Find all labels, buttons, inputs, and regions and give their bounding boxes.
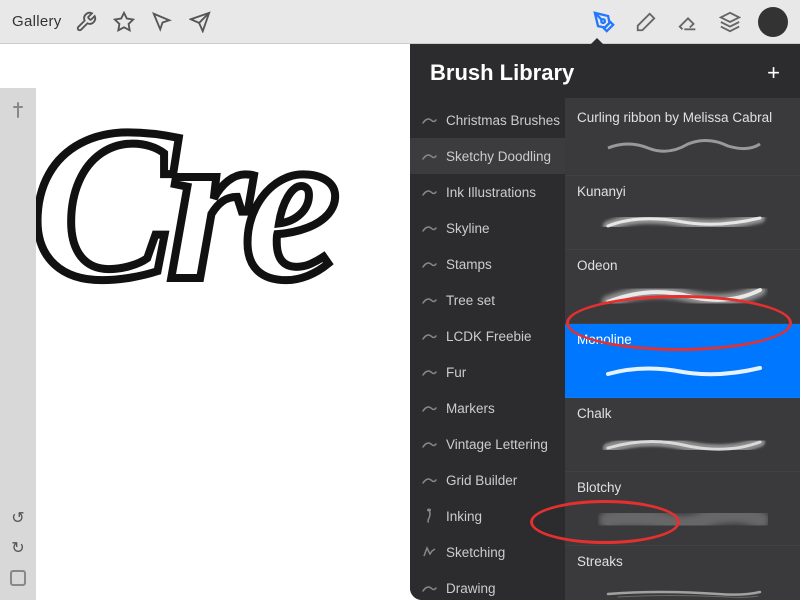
user-avatar xyxy=(758,7,788,37)
brush-preview-6 xyxy=(577,573,788,600)
category-label-13: Drawing xyxy=(446,581,496,596)
category-item-christmas-brushes[interactable]: Christmas Brushes xyxy=(410,102,565,138)
brush-item-streaks[interactable]: Streaks xyxy=(565,546,800,600)
category-icon-7 xyxy=(418,361,440,383)
brush-size-slider[interactable] xyxy=(4,96,32,124)
category-item-skyline[interactable]: Skyline xyxy=(410,210,565,246)
category-icon-0 xyxy=(418,109,440,131)
category-label-3: Skyline xyxy=(446,221,490,236)
undo-button[interactable]: ↺ xyxy=(6,506,30,530)
brush-panel-body: Christmas Brushes Sketchy Doodling Ink Ill… xyxy=(410,98,800,600)
category-label-7: Fur xyxy=(446,365,466,380)
category-icon-3 xyxy=(418,217,440,239)
category-label-12: Sketching xyxy=(446,545,505,560)
main-toolbar: Gallery xyxy=(0,0,800,44)
brush-library-panel: Brush Library + Christmas Brushes Sketchy… xyxy=(410,44,800,600)
brush-item-kunanyi[interactable]: Kunanyi xyxy=(565,176,800,250)
category-item-lcdk-freebie[interactable]: LCDK Freebie xyxy=(410,318,565,354)
category-label-10: Grid Builder xyxy=(446,473,517,488)
brush-list: Curling ribbon by Melissa Cabral Kunanyi O… xyxy=(565,98,800,600)
category-item-markers[interactable]: Markers xyxy=(410,390,565,426)
category-item-ink-illustrations[interactable]: Ink Illustrations xyxy=(410,174,565,210)
gallery-button[interactable]: Gallery xyxy=(12,13,62,30)
category-label-1: Sketchy Doodling xyxy=(446,149,551,164)
send-button[interactable] xyxy=(186,8,214,36)
category-label-5: Tree set xyxy=(446,293,495,308)
brush-preview-1 xyxy=(577,203,788,241)
category-item-grid-builder[interactable]: Grid Builder xyxy=(410,462,565,498)
category-label-11: Inking xyxy=(446,509,482,524)
category-item-stamps[interactable]: Stamps xyxy=(410,246,565,282)
category-label-6: LCDK Freebie xyxy=(446,329,532,344)
brush-item-chalk[interactable]: Chalk xyxy=(565,398,800,472)
category-item-fur[interactable]: Fur xyxy=(410,354,565,390)
brush-item-odeon[interactable]: Odeon xyxy=(565,250,800,324)
category-item-inking[interactable]: Inking xyxy=(410,498,565,534)
category-icon-11 xyxy=(418,505,440,527)
brush-panel-header: Brush Library + xyxy=(410,44,800,98)
toolbar-right xyxy=(590,7,788,37)
canvas-lettering: Cre xyxy=(30,94,330,314)
category-icon-2 xyxy=(418,181,440,203)
brush-name-1: Kunanyi xyxy=(577,184,626,199)
category-icon-10 xyxy=(418,469,440,491)
selection-button[interactable] xyxy=(148,8,176,36)
toolbar-left: Gallery xyxy=(12,8,214,36)
panel-caret xyxy=(589,38,605,46)
pencil-button[interactable] xyxy=(632,8,660,36)
category-icon-9 xyxy=(418,433,440,455)
eraser-button[interactable] xyxy=(674,8,702,36)
category-label-2: Ink Illustrations xyxy=(446,185,536,200)
category-icon-4 xyxy=(418,253,440,275)
brush-name-5: Blotchy xyxy=(577,480,621,495)
category-list: Christmas Brushes Sketchy Doodling Ink Ill… xyxy=(410,98,565,600)
brush-add-button[interactable]: + xyxy=(767,62,780,84)
brush-preview-2 xyxy=(577,277,788,315)
category-icon-12 xyxy=(418,541,440,563)
brush-name-4: Chalk xyxy=(577,406,612,421)
brush-preview-3 xyxy=(577,351,788,389)
category-icon-8 xyxy=(418,397,440,419)
brush-panel-title: Brush Library xyxy=(430,60,574,86)
brush-name-3: Monoline xyxy=(577,332,632,347)
category-icon-5 xyxy=(418,289,440,311)
magic-button[interactable] xyxy=(110,8,138,36)
wrench-button[interactable] xyxy=(72,8,100,36)
brush-item-monoline[interactable]: Monoline xyxy=(565,324,800,398)
brush-preview-5 xyxy=(577,499,788,537)
category-item-tree-set[interactable]: Tree set xyxy=(410,282,565,318)
brush-preview-0 xyxy=(577,129,788,167)
pen-button[interactable] xyxy=(590,8,618,36)
category-icon-6 xyxy=(418,325,440,347)
category-label-4: Stamps xyxy=(446,257,492,272)
layers-button[interactable] xyxy=(716,8,744,36)
category-icon-1 xyxy=(418,145,440,167)
redo-button[interactable]: ↻ xyxy=(6,536,30,560)
brush-item-curling-ribbon-by-melissa-cabral[interactable]: Curling ribbon by Melissa Cabral xyxy=(565,102,800,176)
brush-name-2: Odeon xyxy=(577,258,618,273)
brush-preview-4 xyxy=(577,425,788,463)
category-icon-13 xyxy=(418,577,440,599)
square-tool[interactable] xyxy=(4,564,32,592)
brush-item-blotchy[interactable]: Blotchy xyxy=(565,472,800,546)
category-label-8: Markers xyxy=(446,401,495,416)
category-item-vintage-lettering[interactable]: Vintage Lettering xyxy=(410,426,565,462)
category-item-drawing[interactable]: Drawing xyxy=(410,570,565,600)
category-item-sketchy-doodling[interactable]: Sketchy Doodling xyxy=(410,138,565,174)
brush-name-0: Curling ribbon by Melissa Cabral xyxy=(577,110,772,125)
category-item-sketching[interactable]: Sketching xyxy=(410,534,565,570)
category-label-0: Christmas Brushes xyxy=(446,113,560,128)
brush-name-6: Streaks xyxy=(577,554,623,569)
category-label-9: Vintage Lettering xyxy=(446,437,548,452)
